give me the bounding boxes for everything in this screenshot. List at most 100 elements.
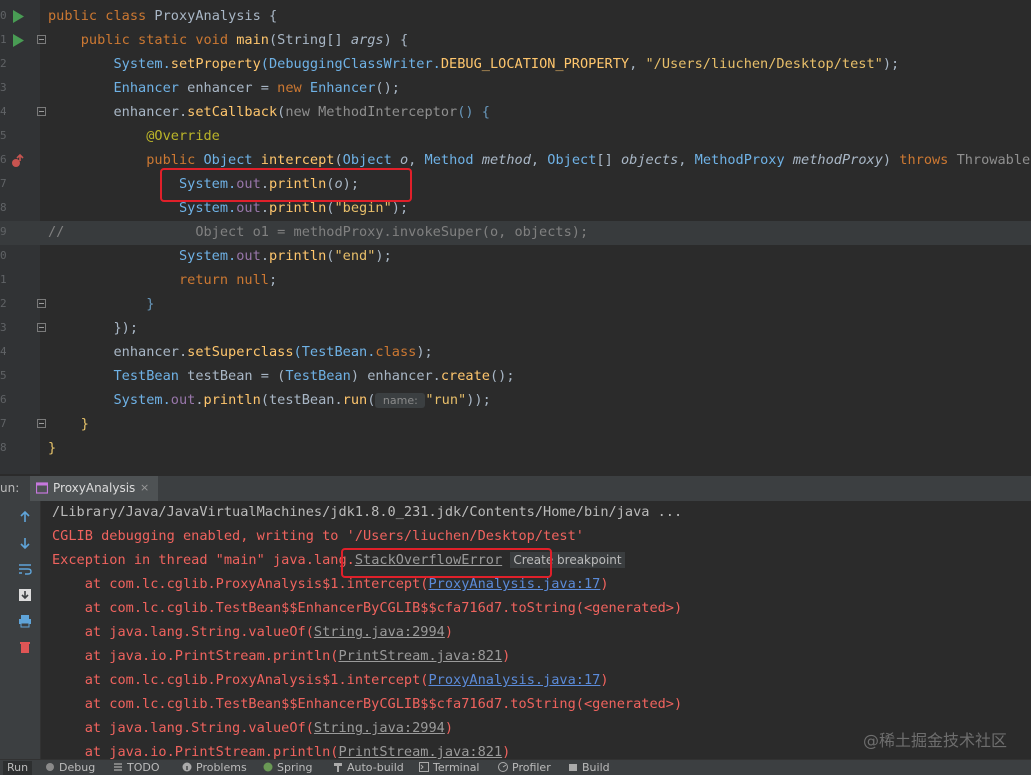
code-line[interactable]: 1 return null;: [0, 269, 1031, 293]
code-line[interactable]: 5 @Override: [0, 125, 1031, 149]
tool-tab-label: Debug: [59, 761, 96, 774]
code-token: out: [236, 200, 261, 216]
fold-icon[interactable]: [37, 107, 46, 116]
code-token: (DebuggingClassWriter.: [260, 56, 441, 72]
run-label: un:: [0, 481, 20, 495]
code-line[interactable]: 5 TestBean testBean = (TestBean) enhance…: [0, 365, 1031, 389]
code-token: ();: [489, 368, 515, 384]
fold-icon[interactable]: [37, 419, 46, 428]
code-token: System.: [48, 56, 171, 72]
code-text: public Object intercept(Object o, Method…: [48, 152, 1031, 168]
run-console[interactable]: /Library/Java/JavaVirtualMachines/jdk1.8…: [0, 501, 1031, 759]
code-token: Object: [203, 152, 261, 168]
fold-icon[interactable]: [37, 35, 46, 44]
arrow-up-icon[interactable]: [18, 510, 32, 524]
tool-tab-spring[interactable]: Spring: [263, 761, 313, 775]
code-text: TestBean testBean = (TestBean) enhancer.…: [48, 368, 515, 384]
code-token: method: [481, 152, 531, 168]
scroll-to-end-icon[interactable]: [18, 588, 32, 602]
tool-tab-todo[interactable]: TODO: [113, 761, 160, 775]
soft-wrap-icon[interactable]: [18, 562, 32, 576]
leaf-icon: [263, 762, 273, 772]
tool-tab-label: Profiler: [512, 761, 551, 774]
code-token: new: [277, 80, 310, 96]
code-editor[interactable]: 0 public class ProxyAnalysis {1 public st…: [0, 0, 1031, 474]
tool-tab-problems[interactable]: Problems: [182, 761, 247, 775]
tool-tab-build[interactable]: Build: [568, 761, 610, 775]
tool-tab-auto-build[interactable]: Auto-build: [333, 761, 404, 775]
code-line[interactable]: 6 System.out.println(testBean.run( name:…: [0, 389, 1031, 413]
code-token: Throwable {: [956, 152, 1031, 168]
console-text: ): [444, 720, 454, 736]
code-token: class: [375, 344, 417, 360]
stack-trace-link[interactable]: PrintStream.java:821: [338, 744, 502, 759]
line-number: 4: [0, 105, 6, 118]
code-token: });: [48, 320, 139, 336]
code-line[interactable]: 3 });: [0, 317, 1031, 341]
code-token: public: [48, 152, 204, 168]
code-line[interactable]: 0 System.out.println("end");: [0, 245, 1031, 269]
tab-proxyanalysis[interactable]: ProxyAnalysis ×: [30, 476, 158, 501]
code-token: ,: [530, 152, 548, 168]
code-token: ();: [375, 80, 400, 96]
tool-window-bar: Run Debug TODO Problems Spring Auto-build Term…: [0, 759, 1031, 775]
code-token: }: [48, 416, 89, 432]
run-icon[interactable]: [12, 10, 24, 23]
stack-trace-link[interactable]: String.java:2994: [314, 720, 445, 736]
tool-tab-run[interactable]: Run: [3, 761, 33, 775]
code-token: ;: [268, 272, 278, 288]
code-token: "begin": [334, 200, 392, 216]
fold-icon[interactable]: [37, 299, 46, 308]
stack-trace-link[interactable]: ProxyAnalysis.java:17: [428, 576, 600, 592]
code-line[interactable]: 8}: [0, 437, 1031, 461]
code-line[interactable]: 3 Enhancer enhancer = new Enhancer();: [0, 77, 1031, 101]
code-line[interactable]: 7 }: [0, 413, 1031, 437]
code-line[interactable]: 4 enhancer.setSuperclass(TestBean.class)…: [0, 341, 1031, 365]
stack-trace-link[interactable]: ProxyAnalysis.java:17: [428, 672, 600, 688]
run-icon[interactable]: [12, 34, 24, 47]
code-token: ,: [678, 152, 695, 168]
line-number: 8: [0, 441, 6, 454]
tool-tab-debug[interactable]: Debug: [45, 761, 95, 775]
console-text: at java.lang.String.valueOf(: [52, 624, 314, 640]
code-line[interactable]: 7 System.out.println(o);: [0, 173, 1031, 197]
console-text: ): [502, 744, 511, 759]
close-icon[interactable]: ×: [140, 481, 149, 494]
arrow-down-icon[interactable]: [18, 536, 32, 550]
code-token: ,: [629, 56, 646, 72]
code-line[interactable]: 9 // Object o1 = methodProxy.invokeSuper(…: [0, 221, 1031, 245]
code-line[interactable]: 1 public static void main(String[] args)…: [0, 29, 1031, 53]
print-icon[interactable]: [18, 614, 32, 628]
tool-tab-terminal[interactable]: Terminal: [419, 761, 480, 775]
code-token: (String[]: [269, 32, 351, 48]
stack-trace-link[interactable]: String.java:2994: [314, 624, 445, 640]
tool-tab-label: TODO: [127, 761, 160, 774]
stack-trace-link[interactable]: PrintStream.java:821: [338, 648, 502, 664]
code-line[interactable]: 2 System.setProperty(DebuggingClassWrite…: [0, 53, 1031, 77]
code-token: out: [236, 248, 261, 264]
code-token: (: [334, 152, 343, 168]
code-text: enhancer.setSuperclass(TestBean.class);: [48, 344, 432, 360]
code-token: setCallback: [187, 104, 278, 120]
fold-icon[interactable]: [37, 323, 46, 332]
code-token: objects: [620, 152, 679, 168]
code-token: []: [596, 152, 621, 168]
code-line[interactable]: 4 enhancer.setCallback(new MethodInterce…: [0, 101, 1031, 125]
code-token: public static void: [48, 32, 237, 48]
run-tool-window-header: un: ProxyAnalysis ×: [0, 476, 1031, 502]
code-line[interactable]: 6 public Object intercept(Object o, Meth…: [0, 149, 1031, 173]
console-text: at java.io.PrintStream.println(: [52, 744, 339, 759]
trash-icon[interactable]: [18, 640, 32, 654]
tool-tab-profiler[interactable]: Profiler: [498, 761, 551, 775]
code-line[interactable]: 0 public class ProxyAnalysis {: [0, 5, 1031, 29]
code-line[interactable]: 2 }: [0, 293, 1031, 317]
code-line[interactable]: 8 System.out.println("begin");: [0, 197, 1031, 221]
implement-method-icon[interactable]: [11, 154, 25, 168]
line-number: 6: [0, 393, 6, 406]
console-text: ): [600, 576, 609, 592]
code-token: ));: [466, 392, 491, 408]
code-token: System.: [48, 392, 171, 408]
code-token: return null: [48, 272, 269, 288]
line-number: 3: [0, 321, 6, 334]
code-token: "/Users/liuchen/Desktop/test": [645, 56, 883, 72]
